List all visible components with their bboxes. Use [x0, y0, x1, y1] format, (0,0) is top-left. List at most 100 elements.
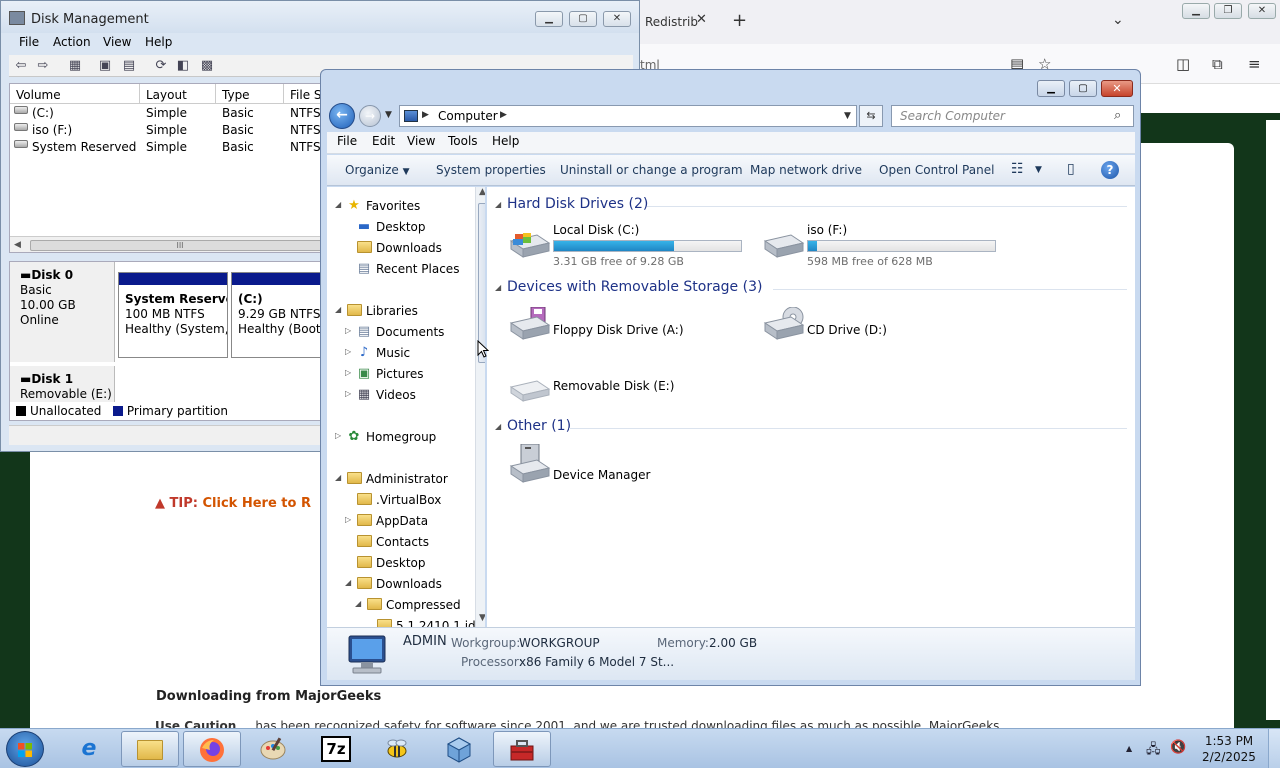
start-button[interactable] [6, 731, 44, 767]
collapse-group-icon[interactable]: ◢ [495, 422, 501, 431]
address-bar[interactable]: ▶ Computer ▶ ▼ [399, 105, 857, 127]
scroll-down-icon[interactable]: ▼ [479, 613, 485, 623]
taskbar-windows-explorer[interactable] [121, 731, 179, 767]
taskbar-firefox[interactable] [183, 731, 241, 767]
taskbar-7zip[interactable]: 7z [307, 731, 365, 767]
column-volume[interactable]: Volume [10, 84, 140, 104]
search-box[interactable]: Search Computer ⌕ [891, 105, 1134, 127]
menu-view[interactable]: View [103, 35, 131, 49]
explorer-maximize-button[interactable]: ▢ [1069, 80, 1097, 97]
browser-restore-button[interactable]: ❐ [1214, 3, 1242, 19]
view-options-dropdown-icon[interactable]: ▼ [1035, 165, 1042, 175]
history-dropdown-icon[interactable]: ▼ [385, 110, 392, 120]
group-hard-disk-drives[interactable]: ◢ Hard Disk Drives (2) [487, 194, 1135, 218]
refresh-icon[interactable]: ⟳ [153, 58, 169, 74]
browser-tab-list-button[interactable]: ⌄ [1112, 12, 1124, 28]
scrollbar-thumb[interactable] [478, 203, 485, 363]
scrollbar-thumb[interactable]: III [30, 240, 326, 251]
extensions-icon[interactable]: ⧉ [1212, 55, 1223, 73]
browser-tab-title[interactable]: Redistrib [645, 15, 698, 29]
app-menu-icon[interactable]: ≡ [1248, 55, 1261, 73]
scroll-left-icon[interactable]: ◀ [14, 240, 21, 250]
show-desktop-button[interactable] [1268, 729, 1280, 768]
drive-local-disk-c[interactable]: Local Disk (C:) 3.31 GB free of 9.28 GB [499, 223, 749, 273]
column-layout[interactable]: Layout [140, 84, 216, 104]
collapse-icon[interactable]: ◢ [335, 473, 341, 482]
disk-management-titlebar[interactable]: Disk Management ▁ ▢ ✕ [1, 1, 639, 33]
console-tree-icon[interactable]: ▦ [67, 58, 83, 74]
expand-icon[interactable]: ▷ [345, 326, 351, 335]
menu-file[interactable]: File [19, 35, 39, 49]
volume-muted-icon[interactable]: 🔇 [1170, 740, 1186, 755]
menu-help[interactable]: Help [492, 134, 519, 148]
collapse-icon[interactable]: ◢ [335, 305, 341, 314]
pocket-icon[interactable]: ◫ [1176, 55, 1190, 73]
tray-show-hidden-icon[interactable]: ▲ [1126, 744, 1132, 753]
taskbar-paint[interactable] [245, 731, 303, 767]
preview-pane-icon[interactable]: ▯ [1067, 161, 1075, 177]
collapse-icon[interactable]: ◢ [355, 599, 361, 608]
browser-close-button[interactable]: ✕ [1248, 3, 1276, 19]
device-removable-e[interactable]: Removable Disk (E:) [499, 367, 749, 417]
collapse-icon[interactable]: ◢ [335, 200, 341, 209]
disk-0-label[interactable]: ▬Disk 0 Basic 10.00 GB Online [10, 262, 115, 362]
minimize-button[interactable]: ▁ [535, 11, 563, 27]
back-button[interactable]: ← [329, 103, 355, 129]
horizontal-scrollbar[interactable]: ◀ III [10, 236, 326, 252]
column-type[interactable]: Type [216, 84, 284, 104]
scroll-up-icon[interactable]: ▲ [479, 187, 485, 197]
group-removable-storage[interactable]: ◢ Devices with Removable Storage (3) [487, 277, 1135, 301]
search-input[interactable]: Search Computer [900, 109, 1005, 123]
volume-row[interactable]: System Reserved Simple Basic NTFS [10, 139, 326, 156]
uninstall-program-button[interactable]: Uninstall or change a program [560, 163, 743, 177]
breadcrumb-computer[interactable]: Computer [438, 109, 498, 123]
device-cd-d[interactable]: CD Drive (D:) [753, 307, 1003, 361]
browser-new-tab-button[interactable]: + [732, 10, 747, 31]
menu-tools[interactable]: Tools [448, 134, 478, 148]
search-icon[interactable]: ⌕ [1114, 108, 1121, 123]
expand-icon[interactable]: ▷ [345, 515, 351, 524]
expand-icon[interactable]: ▷ [345, 347, 351, 356]
device-manager[interactable]: Device Manager [499, 444, 749, 500]
collapse-icon[interactable]: ◢ [345, 578, 351, 587]
breadcrumb-chevron-icon[interactable]: ▶ [500, 110, 507, 120]
taskbar-computer-management[interactable] [493, 731, 551, 767]
explorer-close-button[interactable]: ✕ [1101, 80, 1133, 97]
disk-1-label[interactable]: ▬Disk 1 Removable (E:) [10, 366, 115, 402]
change-view-icon[interactable]: ☷ [1011, 161, 1024, 177]
menu-help[interactable]: Help [145, 35, 172, 49]
taskbar-internet-explorer[interactable]: e [61, 731, 119, 767]
menu-edit[interactable]: Edit [372, 134, 395, 148]
navigation-scrollbar[interactable]: ▲ ▼ [475, 187, 485, 627]
menu-file[interactable]: File [337, 134, 357, 148]
system-properties-button[interactable]: System properties [436, 163, 546, 177]
collapse-group-icon[interactable]: ◢ [495, 200, 501, 209]
explorer-minimize-button[interactable]: ▁ [1037, 80, 1065, 97]
rescan-disks-icon[interactable]: ◧ [175, 58, 191, 74]
partition-c[interactable]: (C:) 9.29 GB NTFS Healthy (Boot, C [231, 272, 326, 358]
address-dropdown-icon[interactable]: ▼ [844, 111, 851, 121]
taskbar-winscp[interactable] [369, 731, 427, 767]
maximize-button[interactable]: ▢ [569, 11, 597, 27]
breadcrumb-chevron-icon[interactable]: ▶ [422, 110, 429, 120]
browser-tab-close-icon[interactable]: ✕ [696, 12, 707, 27]
forward-arrow-icon[interactable]: ⇨ [35, 58, 51, 74]
help-icon[interactable]: ? [1101, 161, 1119, 179]
tip-link[interactable]: Click Here to R [203, 496, 311, 511]
network-icon[interactable]: 🖧 [1146, 740, 1161, 762]
properties-icon[interactable]: ▤ [121, 58, 137, 74]
expand-icon[interactable]: ▷ [345, 389, 351, 398]
expand-icon[interactable]: ▷ [345, 368, 351, 377]
collapse-group-icon[interactable]: ◢ [495, 283, 501, 292]
drive-iso-f[interactable]: iso (F:) 598 MB free of 628 MB [753, 223, 1003, 273]
open-control-panel-button[interactable]: Open Control Panel [879, 163, 994, 177]
group-other[interactable]: ◢ Other (1) [487, 416, 1135, 440]
close-button[interactable]: ✕ [603, 11, 631, 27]
partition-system-reserved[interactable]: System Reserved 100 MB NTFS Healthy (Sys… [118, 272, 228, 358]
volume-row[interactable]: iso (F:) Simple Basic NTFS [10, 122, 326, 139]
expand-icon[interactable]: ▷ [335, 431, 341, 440]
browser-minimize-button[interactable]: ▁ [1182, 3, 1210, 19]
system-clock[interactable]: 1:53 PM 2/2/2025 [1200, 733, 1258, 765]
forward-button[interactable]: → [359, 105, 381, 127]
device-floppy-a[interactable]: Floppy Disk Drive (A:) [499, 307, 749, 361]
